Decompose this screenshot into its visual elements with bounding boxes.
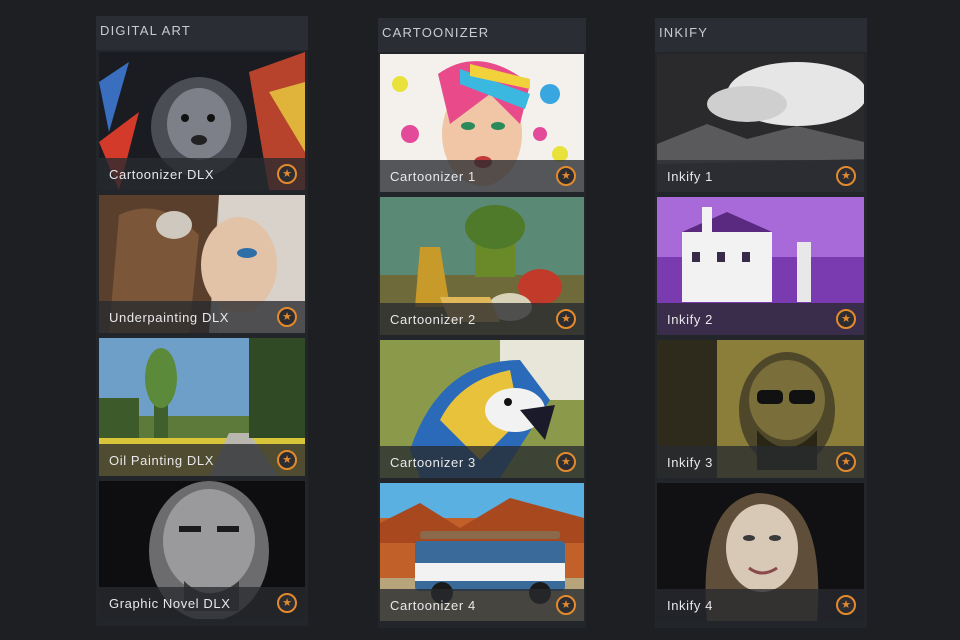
tile-label: Cartoonizer 3: [390, 454, 476, 470]
tile-caption: Underpainting DLX ★: [99, 301, 305, 333]
star-icon[interactable]: ★: [277, 450, 297, 470]
column-digital-art: DIGITAL ART Cartoonizer DLX ★ Underpaint…: [96, 16, 308, 626]
star-icon[interactable]: ★: [836, 595, 856, 615]
tile-caption: Cartoonizer 3 ★: [380, 446, 584, 478]
effect-tile-cartoonizer-2[interactable]: Cartoonizer 2 ★: [380, 197, 584, 335]
effect-tile-cartoonizer-4[interactable]: Cartoonizer 4 ★: [380, 483, 584, 621]
effect-tile-inkify-4[interactable]: Inkify 4 ★: [657, 483, 864, 621]
tile-label: Cartoonizer 4: [390, 597, 476, 613]
tile-caption: Cartoonizer 1 ★: [380, 160, 584, 192]
effect-tile-cartoonizer-dlx[interactable]: Cartoonizer DLX ★: [99, 52, 305, 190]
column-title: INKIFY: [655, 18, 867, 52]
star-icon[interactable]: ★: [556, 166, 576, 186]
column-cartoonizer: CARTOONIZER Cartoonizer 1 ★ Cartoonizer …: [378, 18, 586, 628]
tile-caption: Cartoonizer 2 ★: [380, 303, 584, 335]
tile-label: Cartoonizer DLX: [109, 166, 215, 182]
tile-caption: Inkify 4 ★: [657, 589, 864, 621]
star-icon[interactable]: ★: [836, 452, 856, 472]
tile-label: Cartoonizer 1: [390, 168, 476, 184]
effect-tile-inkify-1[interactable]: Inkify 1 ★: [657, 54, 864, 192]
effect-tile-cartoonizer-1[interactable]: Cartoonizer 1 ★: [380, 54, 584, 192]
star-icon[interactable]: ★: [556, 595, 576, 615]
effect-tile-oil-painting-dlx[interactable]: Oil Painting DLX ★: [99, 338, 305, 476]
effect-tile-cartoonizer-3[interactable]: Cartoonizer 3 ★: [380, 340, 584, 478]
app-stage: DIGITAL ART Cartoonizer DLX ★ Underpaint…: [0, 0, 960, 640]
effect-tile-graphic-novel-dlx[interactable]: Graphic Novel DLX ★: [99, 481, 305, 619]
tile-label: Inkify 2: [667, 311, 713, 327]
column-title: CARTOONIZER: [378, 18, 586, 52]
tile-label: Graphic Novel DLX: [109, 595, 231, 611]
effect-tile-underpainting-dlx[interactable]: Underpainting DLX ★: [99, 195, 305, 333]
column-title: DIGITAL ART: [96, 16, 308, 50]
tile-label: Inkify 3: [667, 454, 713, 470]
tile-caption: Inkify 1 ★: [657, 160, 864, 192]
tile-label: Inkify 1: [667, 168, 713, 184]
tile-caption: Graphic Novel DLX ★: [99, 587, 305, 619]
tile-caption: Inkify 3 ★: [657, 446, 864, 478]
tile-caption: Inkify 2 ★: [657, 303, 864, 335]
star-icon[interactable]: ★: [836, 166, 856, 186]
tile-caption: Cartoonizer DLX ★: [99, 158, 305, 190]
star-icon[interactable]: ★: [556, 309, 576, 329]
column-inkify: INKIFY Inkify 1 ★ Inkify 2 ★ Inkify 3 ★ …: [655, 18, 867, 628]
tile-label: Cartoonizer 2: [390, 311, 476, 327]
tile-label: Oil Painting DLX: [109, 452, 214, 468]
star-icon[interactable]: ★: [556, 452, 576, 472]
effect-tile-inkify-2[interactable]: Inkify 2 ★: [657, 197, 864, 335]
effect-tile-inkify-3[interactable]: Inkify 3 ★: [657, 340, 864, 478]
star-icon[interactable]: ★: [277, 164, 297, 184]
tile-label: Inkify 4: [667, 597, 713, 613]
star-icon[interactable]: ★: [277, 307, 297, 327]
star-icon[interactable]: ★: [836, 309, 856, 329]
tile-caption: Cartoonizer 4 ★: [380, 589, 584, 621]
tile-label: Underpainting DLX: [109, 309, 230, 325]
star-icon[interactable]: ★: [277, 593, 297, 613]
tile-caption: Oil Painting DLX ★: [99, 444, 305, 476]
